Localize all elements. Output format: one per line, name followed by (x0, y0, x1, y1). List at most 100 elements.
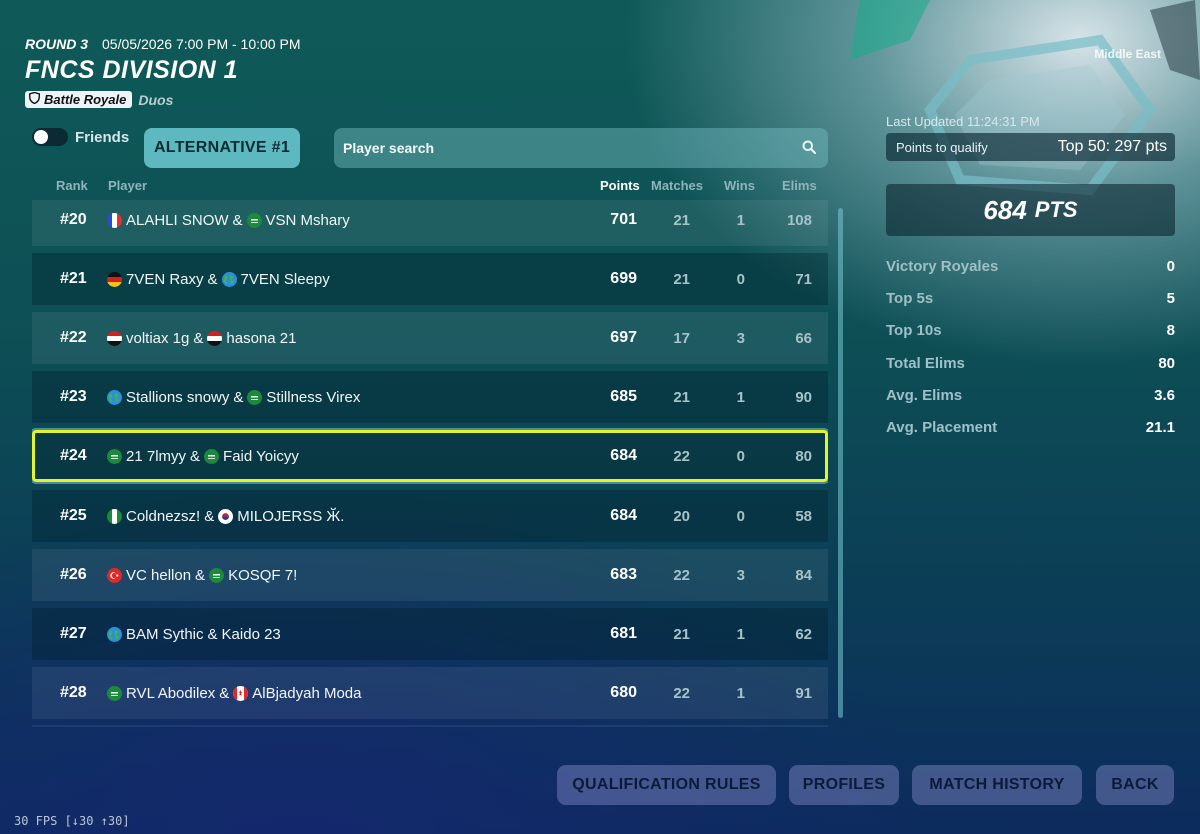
player-separator: & (232, 211, 243, 229)
match-history-button[interactable]: MATCH HISTORY (912, 765, 1082, 805)
points-cell: 699 (610, 270, 637, 287)
elims-cell: 66 (795, 329, 812, 347)
wins-cell: 1 (736, 388, 745, 406)
friends-toggle[interactable] (32, 128, 68, 146)
player-cell: VC hellon & KOSQF 7! (107, 549, 297, 601)
leaderboard-table: #20 ALAHLI SNOW & VSN Mshary 701 21 1 10… (32, 200, 828, 727)
col-matches[interactable]: Matches (651, 178, 703, 193)
elims-cell: 91 (795, 684, 812, 702)
points-unit: PTS (1034, 197, 1078, 222)
table-row-selected[interactable]: #24 21 7lmyy & Faid Yoicyy 684 22 0 80 (32, 430, 828, 482)
elims-cell: 108 (786, 211, 812, 229)
rank-cell: #20 (60, 211, 87, 228)
mode-label: Battle Royale (44, 92, 127, 107)
rank-cell: #25 (60, 507, 87, 524)
player-1-name: 7VEN Raxy (126, 270, 204, 288)
points-cell: 684 (610, 447, 637, 464)
back-button[interactable]: BACK (1096, 765, 1174, 805)
player-1-name: ALAHLI SNOW (126, 211, 229, 229)
globe-icon (107, 626, 122, 642)
qualification-rules-button[interactable]: QUALIFICATION RULES (557, 765, 776, 805)
player-separator: & (207, 625, 218, 643)
matches-cell: 22 (673, 566, 690, 584)
col-player: Player (108, 178, 148, 193)
rank-cell: #26 (60, 566, 87, 583)
korea-flag-icon (218, 508, 234, 524)
rank-cell: #21 (60, 270, 87, 287)
fps-counter: 30 FPS [↓30 ↑30] (14, 814, 130, 828)
player-cell: Stallions snowy & Stillness Virex (107, 371, 360, 423)
player-2-name: hasona 21 (226, 329, 297, 347)
scrollbar[interactable] (838, 208, 843, 718)
player-cell: 7VEN Raxy & 7VEN Sleepy (107, 253, 330, 305)
stats-panel: Middle East Last Updated 11:24:31 PM Poi… (886, 47, 1175, 451)
elims-cell: 71 (795, 270, 812, 288)
player-separator: & (219, 684, 230, 702)
globe-icon (107, 389, 122, 405)
alternative-button[interactable]: ALTERNATIVE #1 (144, 128, 300, 168)
wins-cell: 1 (736, 684, 745, 702)
stat-value: 3.6 (1154, 386, 1175, 404)
col-elims[interactable]: Elims (782, 178, 817, 193)
player-1-name: BAM Sythic (126, 625, 204, 643)
table-row[interactable]: #20 ALAHLI SNOW & VSN Mshary 701 21 1 10… (32, 200, 828, 246)
qualify-label: Points to qualify (896, 139, 988, 155)
matches-cell: 21 (673, 270, 690, 288)
col-points[interactable]: Points (600, 178, 640, 193)
table-row[interactable]: #21 7VEN Raxy & 7VEN Sleepy 699 21 0 71 (32, 253, 828, 305)
event-header: ROUND 3 05/05/2026 7:00 PM - 10:00 PM FN… (25, 36, 300, 108)
player-search-input[interactable]: Player search (334, 128, 828, 168)
shield-icon (28, 91, 41, 107)
table-row[interactable]: #28 RVL Abodilex & AlBjadyah Moda 680 22… (32, 667, 828, 719)
stat-label: Total Elims (886, 354, 965, 372)
matches-cell: 21 (673, 625, 690, 643)
stat-value: 0 (1166, 258, 1175, 275)
matches-cell: 17 (673, 329, 690, 347)
matches-cell: 20 (673, 507, 690, 525)
france-flag-icon (107, 212, 122, 228)
region-label: Middle East (1094, 47, 1161, 61)
elims-cell: 58 (795, 507, 812, 525)
matches-cell: 22 (673, 447, 690, 465)
table-row[interactable]: #22 voltiax 1g & hasona 21 697 17 3 66 (32, 312, 828, 364)
player-2-name: Stillness Virex (266, 388, 361, 406)
player-1-name: voltiax 1g (126, 329, 190, 347)
round-label: ROUND 3 (25, 36, 89, 52)
wins-cell: 0 (736, 507, 745, 525)
player-2-name: KOSQF 7! (228, 566, 298, 584)
player-cell: voltiax 1g & hasona 21 (107, 312, 296, 364)
wins-cell: 3 (736, 566, 745, 584)
table-row[interactable]: #27 BAM Sythic & Kaido 23 681 21 1 62 (32, 608, 828, 660)
friends-label: Friends (75, 128, 130, 146)
stat-label: Avg. Placement (886, 418, 998, 436)
player-2-name: VSN Mshary (265, 211, 350, 229)
filter-controls: Friends ALTERNATIVE #1 (32, 128, 300, 168)
saudi-flag-icon (247, 389, 263, 405)
points-cell: 697 (610, 329, 637, 346)
search-icon[interactable] (802, 140, 817, 157)
total-points: 684 (983, 194, 1027, 225)
points-cell: 680 (610, 684, 637, 701)
table-row[interactable]: #26 VC hellon & KOSQF 7! 683 22 3 84 (32, 549, 828, 601)
wins-cell: 0 (736, 270, 745, 288)
player-separator: & (204, 507, 215, 525)
table-row-partial[interactable] (32, 725, 828, 727)
table-row[interactable]: #23 Stallions snowy & Stillness Virex 68… (32, 371, 828, 423)
player-separator: & (233, 388, 244, 406)
stat-row: Total Elims 80 (886, 355, 1175, 387)
col-wins[interactable]: Wins (724, 178, 755, 193)
turkey-flag-icon (107, 567, 122, 583)
rank-cell: #28 (60, 684, 87, 701)
table-header: Rank Player Points Matches Wins Elims (32, 178, 828, 194)
matches-cell: 21 (673, 388, 690, 406)
saudi-flag-icon (107, 685, 122, 701)
page-title: FNCS DIVISION 1 (25, 56, 239, 84)
player-cell: ALAHLI SNOW & VSN Mshary (107, 200, 350, 246)
stat-label: Top 10s (886, 322, 942, 340)
stat-label: Top 5s (886, 290, 934, 308)
table-row[interactable]: #25 Coldnezsz! & MILOJERSS Ӂ. 684 20 0 5… (32, 490, 828, 542)
profiles-button[interactable]: PROFILES (789, 765, 899, 805)
stat-row: Avg. Placement 21.1 (886, 419, 1175, 451)
wins-cell: 1 (736, 211, 745, 229)
germany-flag-icon (107, 271, 122, 287)
